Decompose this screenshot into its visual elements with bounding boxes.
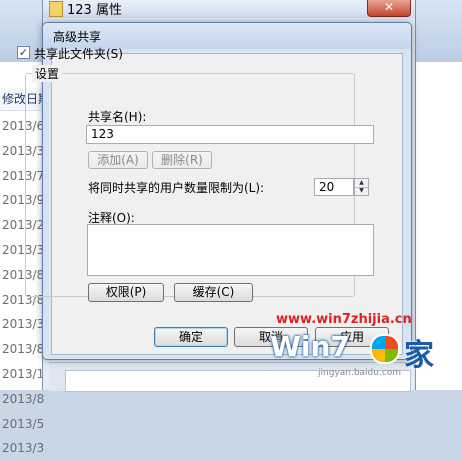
share-name-input[interactable]: 123 (86, 125, 374, 144)
watermark-char: 家 (404, 338, 434, 373)
user-limit-input[interactable]: 20 (314, 178, 354, 196)
watermark-url: www.win7zhijia.cn (276, 312, 412, 327)
share-folder-label[interactable]: 共享此文件夹(S) (34, 45, 123, 62)
share-name-label: 共享名(H): (88, 110, 147, 124)
list-item[interactable]: 2013/3 (0, 436, 44, 461)
list-item[interactable]: 2013/8 (0, 337, 44, 362)
folder-icon (49, 1, 63, 17)
ok-button[interactable]: 确定 (154, 327, 228, 347)
spin-down-icon[interactable]: ▼ (355, 187, 368, 195)
add-button[interactable]: 添加(A) (88, 151, 148, 169)
remove-button[interactable]: 删除(R) (152, 151, 212, 169)
watermark-logo: Win7 (270, 330, 350, 363)
properties-titlebar[interactable]: 123 属性 ✕ (43, 0, 415, 18)
list-item[interactable]: 2013/8 (0, 387, 44, 412)
user-limit-spinner[interactable]: ▲ ▼ (354, 178, 369, 196)
caching-button[interactable]: 缓存(C) (174, 283, 253, 302)
permissions-button[interactable]: 权限(P) (88, 283, 164, 302)
close-button[interactable]: ✕ (367, 0, 411, 17)
settings-group-label: 设置 (32, 65, 63, 82)
properties-title: 123 属性 (67, 3, 122, 18)
list-item[interactable]: 2013/3 (0, 312, 44, 337)
user-limit-label: 将同时共享的用户数量限制为(L): (88, 181, 265, 195)
watermark-subtext: jingyan.baidu.com (318, 368, 402, 378)
dialog-title: 高级共享 (53, 30, 102, 44)
share-folder-checkbox[interactable]: ✓ (17, 46, 30, 59)
comment-textarea[interactable] (87, 224, 374, 276)
list-item[interactable]: 2013/1 (0, 362, 44, 387)
list-item[interactable]: 2013/5 (0, 412, 44, 437)
windows-logo-icon (370, 334, 400, 364)
